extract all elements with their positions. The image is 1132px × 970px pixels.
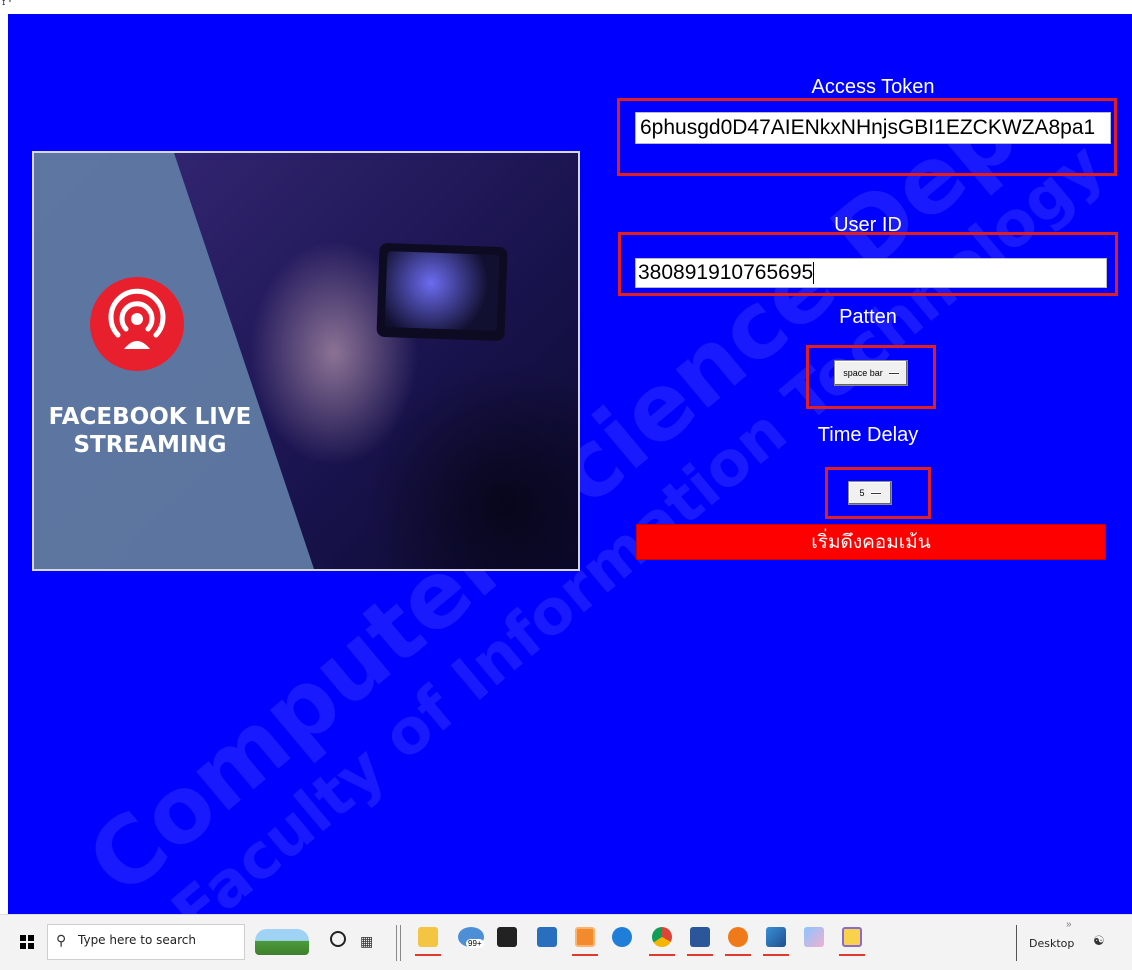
access-token-label: Access Token [811, 76, 935, 98]
running-indicator [687, 954, 713, 956]
live-broadcast-icon [90, 277, 184, 371]
start-fetch-comments-button[interactable]: เริ่มดึงคอมเม้น [636, 524, 1106, 560]
facebook-live-banner: FACEBOOK LIVE STREAMING [32, 151, 580, 571]
windows-taskbar: ⚲ Type here to search ▦ 99+ Desktop » ☯ [0, 914, 1132, 970]
banner-caption: FACEBOOK LIVE STREAMING [40, 403, 260, 459]
desktop-toolbar-label[interactable]: Desktop [1029, 937, 1074, 950]
pattern-selected-value: space bar [843, 368, 883, 378]
vpn-icon[interactable] [728, 927, 748, 947]
phone-image [376, 242, 508, 342]
taskbar-separator [396, 925, 401, 961]
time-delay-label: Time Delay [817, 424, 919, 446]
taskbar-search-placeholder: Type here to search [78, 933, 196, 947]
notion-icon[interactable] [497, 927, 517, 947]
title-glyph: ɪ ᵛ [2, 0, 12, 8]
user-id-input[interactable]: 380891910765695 [635, 258, 1107, 288]
banner-caption-line-1: FACEBOOK LIVE [48, 404, 252, 430]
banner-caption-line-2: STREAMING [73, 432, 227, 458]
store-icon[interactable] [537, 927, 557, 947]
pattern-label: Patten [839, 306, 897, 328]
pattern-option-menu[interactable]: space bar [834, 360, 908, 386]
running-indicator [415, 954, 441, 956]
dropdown-indicator-icon [888, 371, 899, 375]
search-icon: ⚲ [56, 932, 67, 948]
access-token-input[interactable]: 6phusgd0D47AIENkxNHnjsGBI1EZCKWZA8pa1 [635, 112, 1111, 144]
text-caret [813, 262, 815, 285]
chrome-icon[interactable] [652, 927, 672, 947]
cortana-icon[interactable] [330, 931, 346, 947]
edge-icon[interactable] [612, 927, 632, 947]
running-indicator [649, 954, 675, 956]
running-indicator [839, 954, 865, 956]
running-indicator [725, 954, 751, 956]
people-icon[interactable]: ☯ [1093, 933, 1105, 949]
paint-icon[interactable] [804, 927, 824, 947]
running-indicator [763, 954, 789, 956]
app-window: Computer Science Dep Faculty of Informat… [8, 14, 1132, 950]
user-id-value: 380891910765695 [638, 261, 814, 284]
toolbar-overflow-chevron[interactable]: » [1066, 919, 1072, 930]
tray-separator [1016, 925, 1017, 961]
running-indicator [572, 954, 598, 956]
dropdown-indicator-icon [870, 491, 881, 495]
line-icon[interactable] [575, 927, 595, 947]
windows-start-icon[interactable] [20, 935, 34, 949]
time-delay-option-menu[interactable]: 5 [848, 481, 892, 505]
window-titlebar: ɪ ᵛ [0, 0, 1132, 14]
weather-widget-icon[interactable] [255, 929, 309, 955]
sticky-notes-icon[interactable] [842, 927, 862, 947]
file-explorer-icon[interactable] [418, 927, 438, 947]
word-icon[interactable] [690, 927, 710, 947]
task-view-icon[interactable]: ▦ [360, 933, 374, 949]
mail-badge: 99+ [466, 939, 484, 948]
photos-icon[interactable] [766, 927, 786, 947]
time-delay-selected-value: 5 [859, 488, 865, 498]
